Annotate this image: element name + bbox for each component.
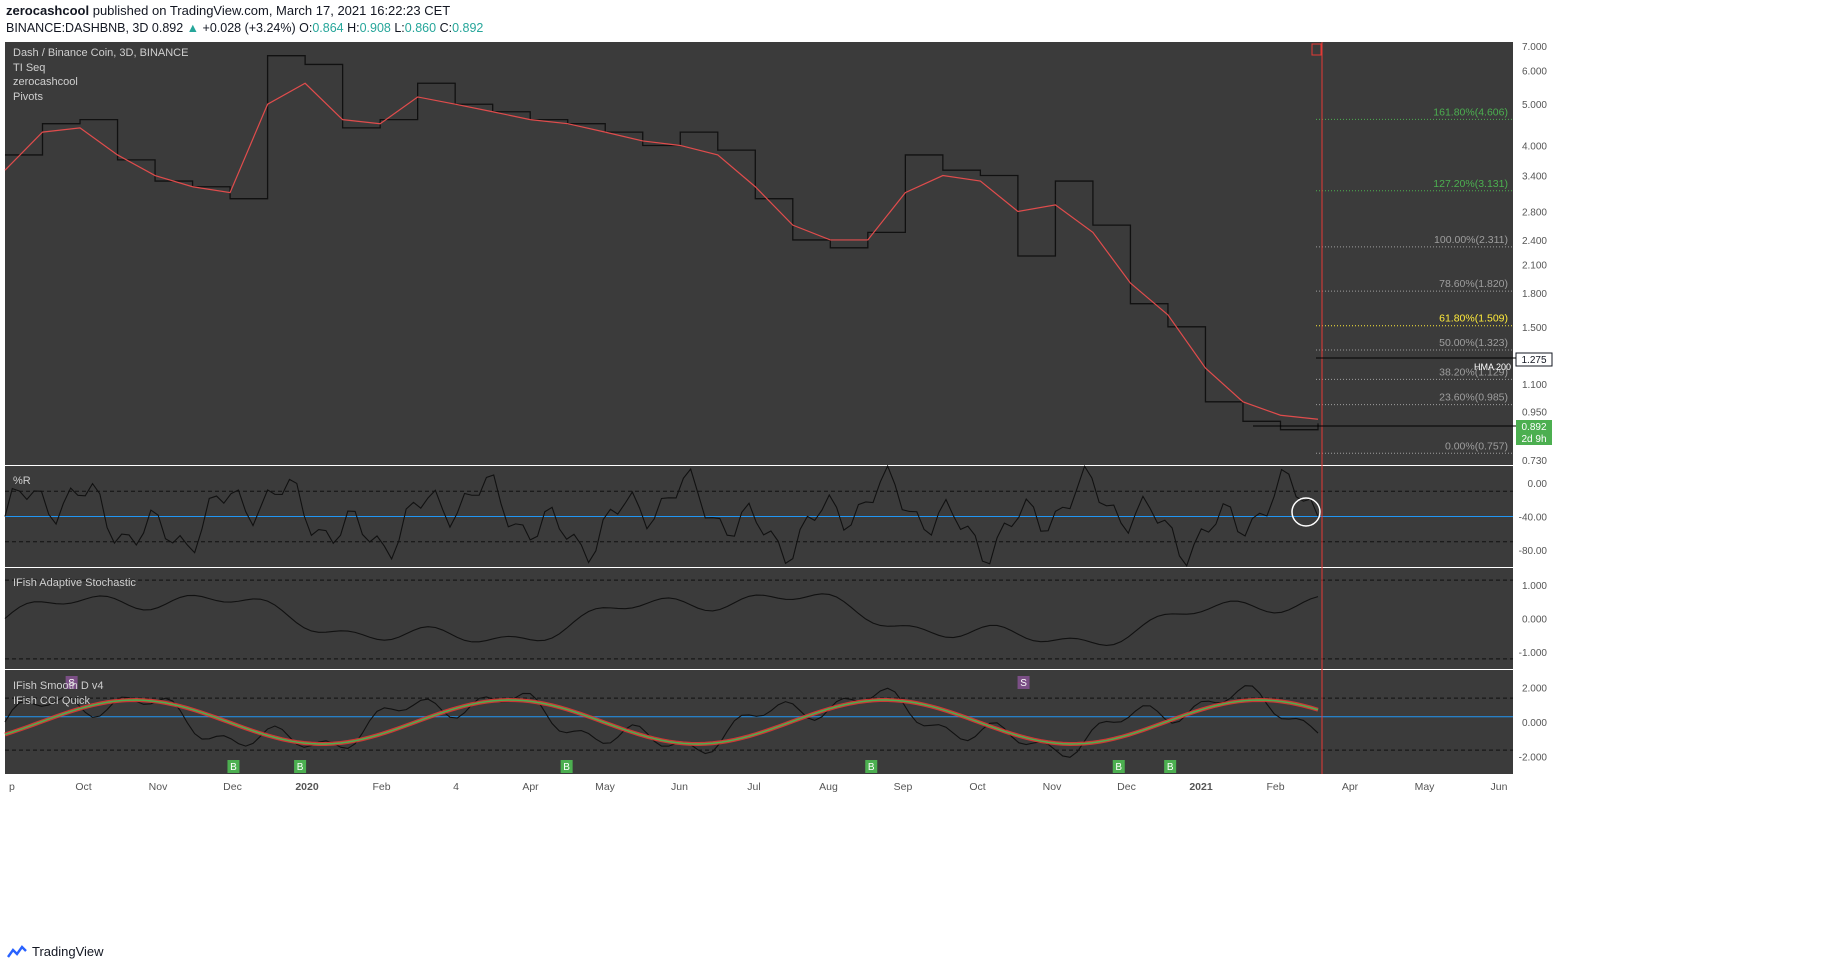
price-tick-9: 1.500 [1522, 323, 1547, 334]
time-tick-1: Oct [75, 781, 91, 793]
price-tick-7: 2.100 [1522, 261, 1547, 272]
price-tick-10: 1.100 [1522, 380, 1547, 391]
legend-item-pivots: Pivots [13, 91, 43, 103]
price-badge-value: 0.892 [1521, 422, 1546, 433]
chart-canvas[interactable]: 161.80%(4.606) 127.20%(3.131) 100.00%(2.31… [0, 42, 1828, 938]
time-tick-13: Oct [969, 781, 985, 793]
symbol-label: BINANCE:DASHBNB, 3D [6, 21, 149, 35]
stoch-title: IFish Adaptive Stochastic [13, 577, 136, 589]
stoch-tick-2: -1.000 [1519, 648, 1548, 659]
last-price: 0.892 [151, 21, 184, 35]
time-tick-20: Jun [1491, 781, 1508, 793]
fib-label-1: 127.20%(3.131) [1433, 178, 1508, 190]
price-tick-1: 6.000 [1522, 67, 1547, 78]
countdown: 2d 9h [1521, 434, 1546, 445]
signal-label-4: B [868, 762, 875, 773]
price-change: +0.028 (+3.24%) [202, 21, 296, 35]
stoch-pane[interactable] [5, 568, 1513, 669]
signal-label-1: B [230, 762, 237, 773]
brand-label: TradingView [32, 944, 104, 959]
time-tick-5: Feb [372, 781, 390, 793]
time-tick-12: Sep [894, 781, 913, 793]
signal-label-2: B [297, 762, 304, 773]
stoch-tick-0: 1.000 [1522, 581, 1547, 592]
low-value: 0.860 [404, 21, 437, 35]
up-arrow-icon: ▲ [186, 21, 200, 35]
hma-label: HMA 200 [1474, 362, 1511, 372]
tradingview-logo-icon [7, 944, 27, 958]
high-value: 0.908 [359, 21, 391, 35]
time-tick-18: Apr [1342, 781, 1359, 793]
legend-title: Dash / Binance Coin, 3D, BINANCE [13, 47, 188, 59]
williams-tick-2: -80.00 [1519, 546, 1548, 557]
price-tick-11: 0.950 [1522, 407, 1547, 418]
close-value: 0.892 [452, 21, 484, 35]
time-tick-2: Nov [149, 781, 168, 793]
williams-tick-0: 0.00 [1528, 479, 1548, 490]
legend-item-author: zerocashcool [13, 76, 78, 88]
williams-tick-1: -40.00 [1519, 513, 1548, 524]
published-text: published on TradingView.com, March 17, … [92, 3, 451, 18]
price-tick-6: 2.400 [1522, 236, 1547, 247]
signal-label-5: S [1020, 678, 1027, 689]
close-label: C: [439, 21, 453, 35]
time-tick-3: Dec [223, 781, 242, 793]
time-tick-16: 2021 [1189, 781, 1213, 793]
time-tick-6: 4 [453, 781, 459, 793]
time-tick-7: Apr [522, 781, 539, 793]
williams-title: %R [13, 475, 31, 487]
price-tick-0: 7.000 [1522, 42, 1547, 53]
publish-info: zerocashcool published on TradingView.co… [6, 3, 450, 18]
high-label: H: [347, 21, 360, 35]
fib-label-3: 78.60%(1.820) [1439, 278, 1508, 290]
price-tick-12: 0.730 [1522, 456, 1547, 467]
time-tick-0: p [9, 781, 15, 793]
time-tick-11: Aug [819, 781, 838, 793]
fib-label-4: 61.80%(1.509) [1439, 313, 1508, 325]
time-tick-14: Nov [1043, 781, 1062, 793]
smooth-tick-0: 2.000 [1522, 683, 1547, 694]
fib-label-8: 0.00%(0.757) [1445, 440, 1508, 452]
footer[interactable]: TradingView [6, 944, 104, 959]
price-tick-3: 4.000 [1522, 141, 1547, 152]
ohlc-line: BINANCE:DASHBNB, 3D 0.892 ▲ +0.028 (+3.2… [6, 21, 483, 35]
smooth-tick-1: 0.000 [1522, 718, 1547, 729]
author-name[interactable]: zerocashcool [6, 3, 89, 18]
time-tick-10: Jul [747, 781, 760, 793]
price-tick-8: 1.800 [1522, 289, 1547, 300]
time-tick-8: May [595, 781, 616, 793]
signal-label-3: B [563, 762, 570, 773]
time-tick-17: Feb [1266, 781, 1284, 793]
time-tick-15: Dec [1117, 781, 1136, 793]
smooth-tick-2: -2.000 [1519, 753, 1548, 764]
low-label: L: [394, 21, 405, 35]
fib-label-7: 23.60%(0.985) [1439, 392, 1508, 404]
cci-title: IFish CCI Quick [13, 695, 91, 707]
fib-label-5: 50.00%(1.323) [1439, 337, 1508, 349]
signal-label-6: B [1115, 762, 1122, 773]
stoch-tick-1: 0.000 [1522, 615, 1547, 626]
price-tick-4: 3.400 [1522, 172, 1547, 183]
open-value: 0.864 [312, 21, 344, 35]
hma-value: 1.275 [1521, 355, 1546, 366]
fib-label-2: 100.00%(2.311) [1434, 234, 1508, 246]
price-pane[interactable] [5, 42, 1513, 465]
legend-item-ti-seq: TI Seq [13, 62, 45, 74]
smooth-title: IFish Smooth D v4 [13, 680, 103, 692]
signal-label-7: B [1167, 762, 1174, 773]
price-tick-2: 5.000 [1522, 100, 1547, 111]
price-tick-5: 2.800 [1522, 207, 1547, 218]
fib-label-0: 161.80%(4.606) [1433, 106, 1508, 118]
time-tick-4: 2020 [295, 781, 319, 793]
open-label: O: [299, 21, 313, 35]
time-tick-9: Jun [671, 781, 688, 793]
time-tick-19: May [1415, 781, 1436, 793]
